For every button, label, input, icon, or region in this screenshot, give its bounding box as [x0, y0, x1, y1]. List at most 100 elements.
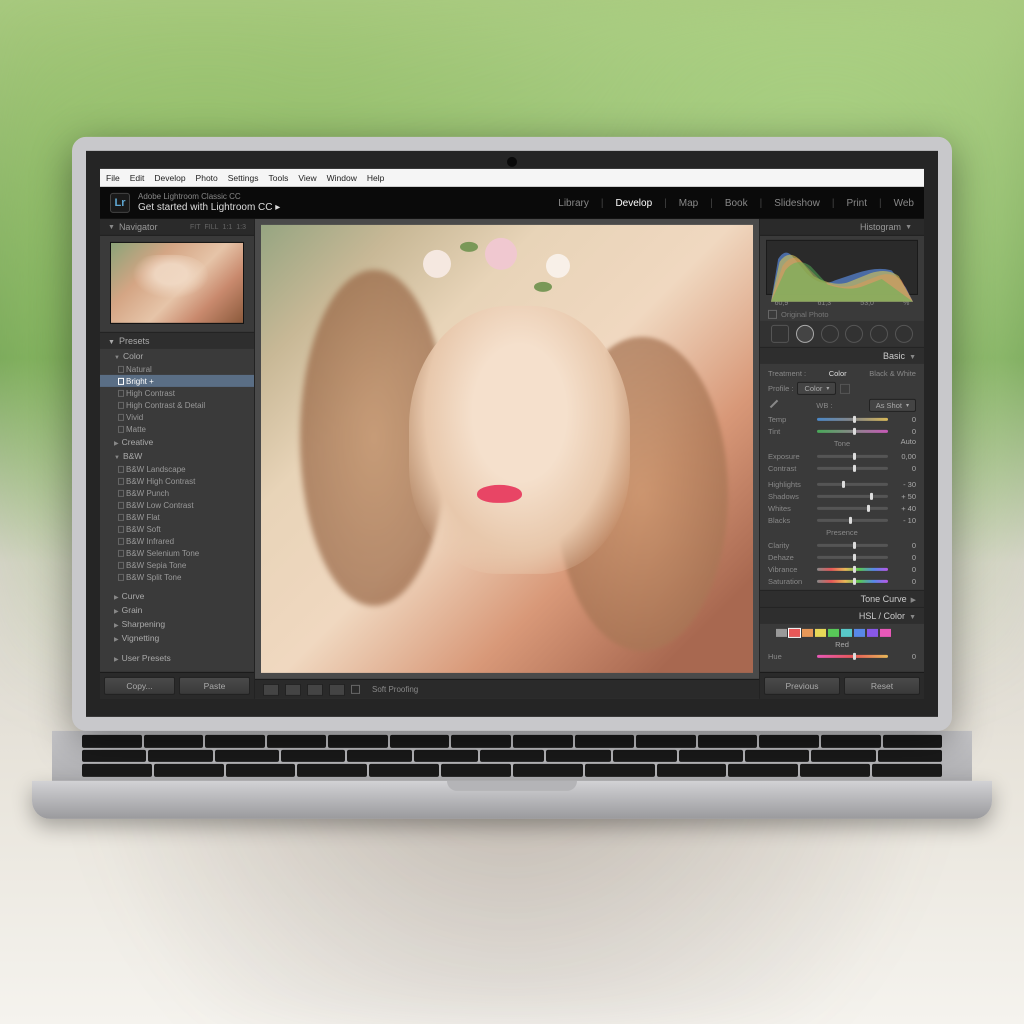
crop-tool-icon[interactable]	[771, 325, 789, 343]
hsl-tab-red[interactable]	[789, 629, 800, 637]
highlights-slider[interactable]	[817, 482, 888, 485]
blacks-slider[interactable]	[817, 518, 888, 521]
treatment-bw[interactable]: Black & White	[869, 369, 916, 378]
hue-slider[interactable]	[817, 654, 888, 657]
preset-bw-punch[interactable]: B&W Punch	[100, 487, 254, 499]
preset-group-sharpening[interactable]: ▶Sharpening	[100, 617, 254, 631]
preset-group-vignetting[interactable]: ▶Vignetting	[100, 631, 254, 645]
spot-removal-icon[interactable]	[796, 325, 814, 343]
checkbox-icon	[768, 310, 777, 319]
preset-bright[interactable]: Bright +	[100, 375, 254, 387]
preset-bw-low-contrast[interactable]: B&W Low Contrast	[100, 499, 254, 511]
grid-view-icon[interactable]	[329, 683, 345, 695]
radial-filter-icon[interactable]	[870, 325, 888, 343]
menu-view[interactable]: View	[298, 173, 316, 183]
hsl-tab-purple[interactable]	[867, 629, 878, 637]
preset-bw-soft[interactable]: B&W Soft	[100, 523, 254, 535]
nav-fill[interactable]: FILL	[205, 223, 219, 230]
menu-develop[interactable]: Develop	[154, 173, 185, 183]
nav-1-1[interactable]: 1:1	[223, 223, 233, 230]
redeye-tool-icon[interactable]	[821, 325, 839, 343]
hsl-tab-blue[interactable]	[854, 629, 865, 637]
navigator-header[interactable]: ▼ Navigator FIT FILL 1:1 1:3	[100, 219, 254, 236]
contrast-slider[interactable]	[817, 466, 888, 469]
whites-slider[interactable]	[817, 506, 888, 509]
original-photo-toggle[interactable]: Original Photo	[760, 308, 924, 321]
preset-group-color[interactable]: ▼Color	[100, 349, 254, 363]
temp-slider[interactable]	[817, 417, 888, 420]
previous-button[interactable]: Previous	[764, 677, 840, 695]
hsl-tab-magenta[interactable]	[880, 629, 891, 637]
module-map[interactable]: Map	[679, 197, 698, 208]
histogram-header[interactable]: Histogram▼	[760, 219, 924, 236]
tonecurve-header[interactable]: Tone Curve▶	[760, 591, 924, 607]
menu-help[interactable]: Help	[367, 173, 384, 183]
auto-button[interactable]: Auto	[901, 437, 916, 446]
preset-high-contrast-detail[interactable]: High Contrast & Detail	[100, 399, 254, 411]
preset-group-user[interactable]: ▶User Presets	[100, 651, 254, 665]
reset-button[interactable]: Reset	[844, 677, 920, 695]
preset-high-contrast[interactable]: High Contrast	[100, 387, 254, 399]
histogram-display[interactable]	[766, 240, 918, 295]
treatment-color[interactable]: Color	[829, 369, 847, 378]
profile-dropdown[interactable]: Color▾	[797, 382, 836, 395]
vibrance-slider[interactable]	[817, 567, 888, 570]
preset-group-bw[interactable]: ▼B&W	[100, 449, 254, 463]
preset-group-grain[interactable]: ▶Grain	[100, 603, 254, 617]
preset-bw-split[interactable]: B&W Split Tone	[100, 571, 254, 583]
preset-bw-selenium[interactable]: B&W Selenium Tone	[100, 547, 254, 559]
clarity-slider[interactable]	[817, 543, 888, 546]
paste-button[interactable]: Paste	[179, 677, 250, 695]
shadows-slider[interactable]	[817, 494, 888, 497]
preset-group-curve[interactable]: ▶Curve	[100, 589, 254, 603]
dehaze-slider[interactable]	[817, 555, 888, 558]
get-started-link[interactable]: Get started with Lightroom CC ▸	[138, 202, 280, 214]
preset-bw-flat[interactable]: B&W Flat	[100, 511, 254, 523]
compare-view-icon[interactable]	[307, 683, 323, 695]
preset-bw-infrared[interactable]: B&W Infrared	[100, 535, 254, 547]
menu-edit[interactable]: Edit	[130, 173, 145, 183]
soft-proof-checkbox[interactable]	[351, 685, 360, 694]
hsl-tab-orange[interactable]	[802, 629, 813, 637]
preset-group-creative[interactable]: ▶Creative	[100, 435, 254, 449]
module-book[interactable]: Book	[725, 197, 748, 208]
module-develop[interactable]: Develop	[615, 197, 652, 208]
tint-slider[interactable]	[817, 429, 888, 432]
menu-tools[interactable]: Tools	[268, 173, 288, 183]
module-web[interactable]: Web	[894, 197, 914, 208]
nav-fit[interactable]: FIT	[190, 223, 201, 230]
navigator-thumbnail[interactable]	[110, 242, 244, 324]
preset-bw-landscape[interactable]: B&W Landscape	[100, 463, 254, 475]
module-slideshow[interactable]: Slideshow	[774, 197, 820, 208]
preset-natural[interactable]: Natural	[100, 363, 254, 375]
menu-settings[interactable]: Settings	[228, 173, 259, 183]
wb-dropdown[interactable]: As Shot▾	[869, 398, 916, 411]
hsl-tab-all[interactable]	[776, 629, 787, 637]
basic-header[interactable]: Basic▼	[760, 348, 924, 364]
preset-bw-sepia[interactable]: B&W Sepia Tone	[100, 559, 254, 571]
saturation-slider[interactable]	[817, 579, 888, 582]
hsl-tab-green[interactable]	[828, 629, 839, 637]
main-photo-canvas[interactable]	[261, 225, 753, 673]
hsl-header[interactable]: HSL / Color▼	[760, 608, 924, 624]
menu-window[interactable]: Window	[327, 173, 357, 183]
preset-vivid[interactable]: Vivid	[100, 411, 254, 423]
copy-button[interactable]: Copy...	[104, 677, 175, 695]
preset-matte[interactable]: Matte	[100, 423, 254, 435]
menu-file[interactable]: File	[106, 173, 120, 183]
graduated-filter-icon[interactable]	[845, 325, 863, 343]
nav-1-3[interactable]: 1:3	[236, 223, 246, 230]
eyedropper-icon[interactable]	[768, 399, 780, 411]
hsl-tab-aqua[interactable]	[841, 629, 852, 637]
module-library[interactable]: Library	[558, 197, 589, 208]
preset-bw-high-contrast[interactable]: B&W High Contrast	[100, 475, 254, 487]
presets-header[interactable]: ▼Presets	[100, 332, 254, 349]
profile-browser-icon[interactable]	[840, 383, 850, 393]
hsl-tab-yellow[interactable]	[815, 629, 826, 637]
module-print[interactable]: Print	[846, 197, 867, 208]
loupe-view-icon[interactable]	[263, 683, 279, 695]
menu-photo[interactable]: Photo	[196, 173, 218, 183]
before-after-icon[interactable]	[285, 683, 301, 695]
adjustment-brush-icon[interactable]	[895, 325, 913, 343]
exposure-slider[interactable]	[817, 454, 888, 457]
